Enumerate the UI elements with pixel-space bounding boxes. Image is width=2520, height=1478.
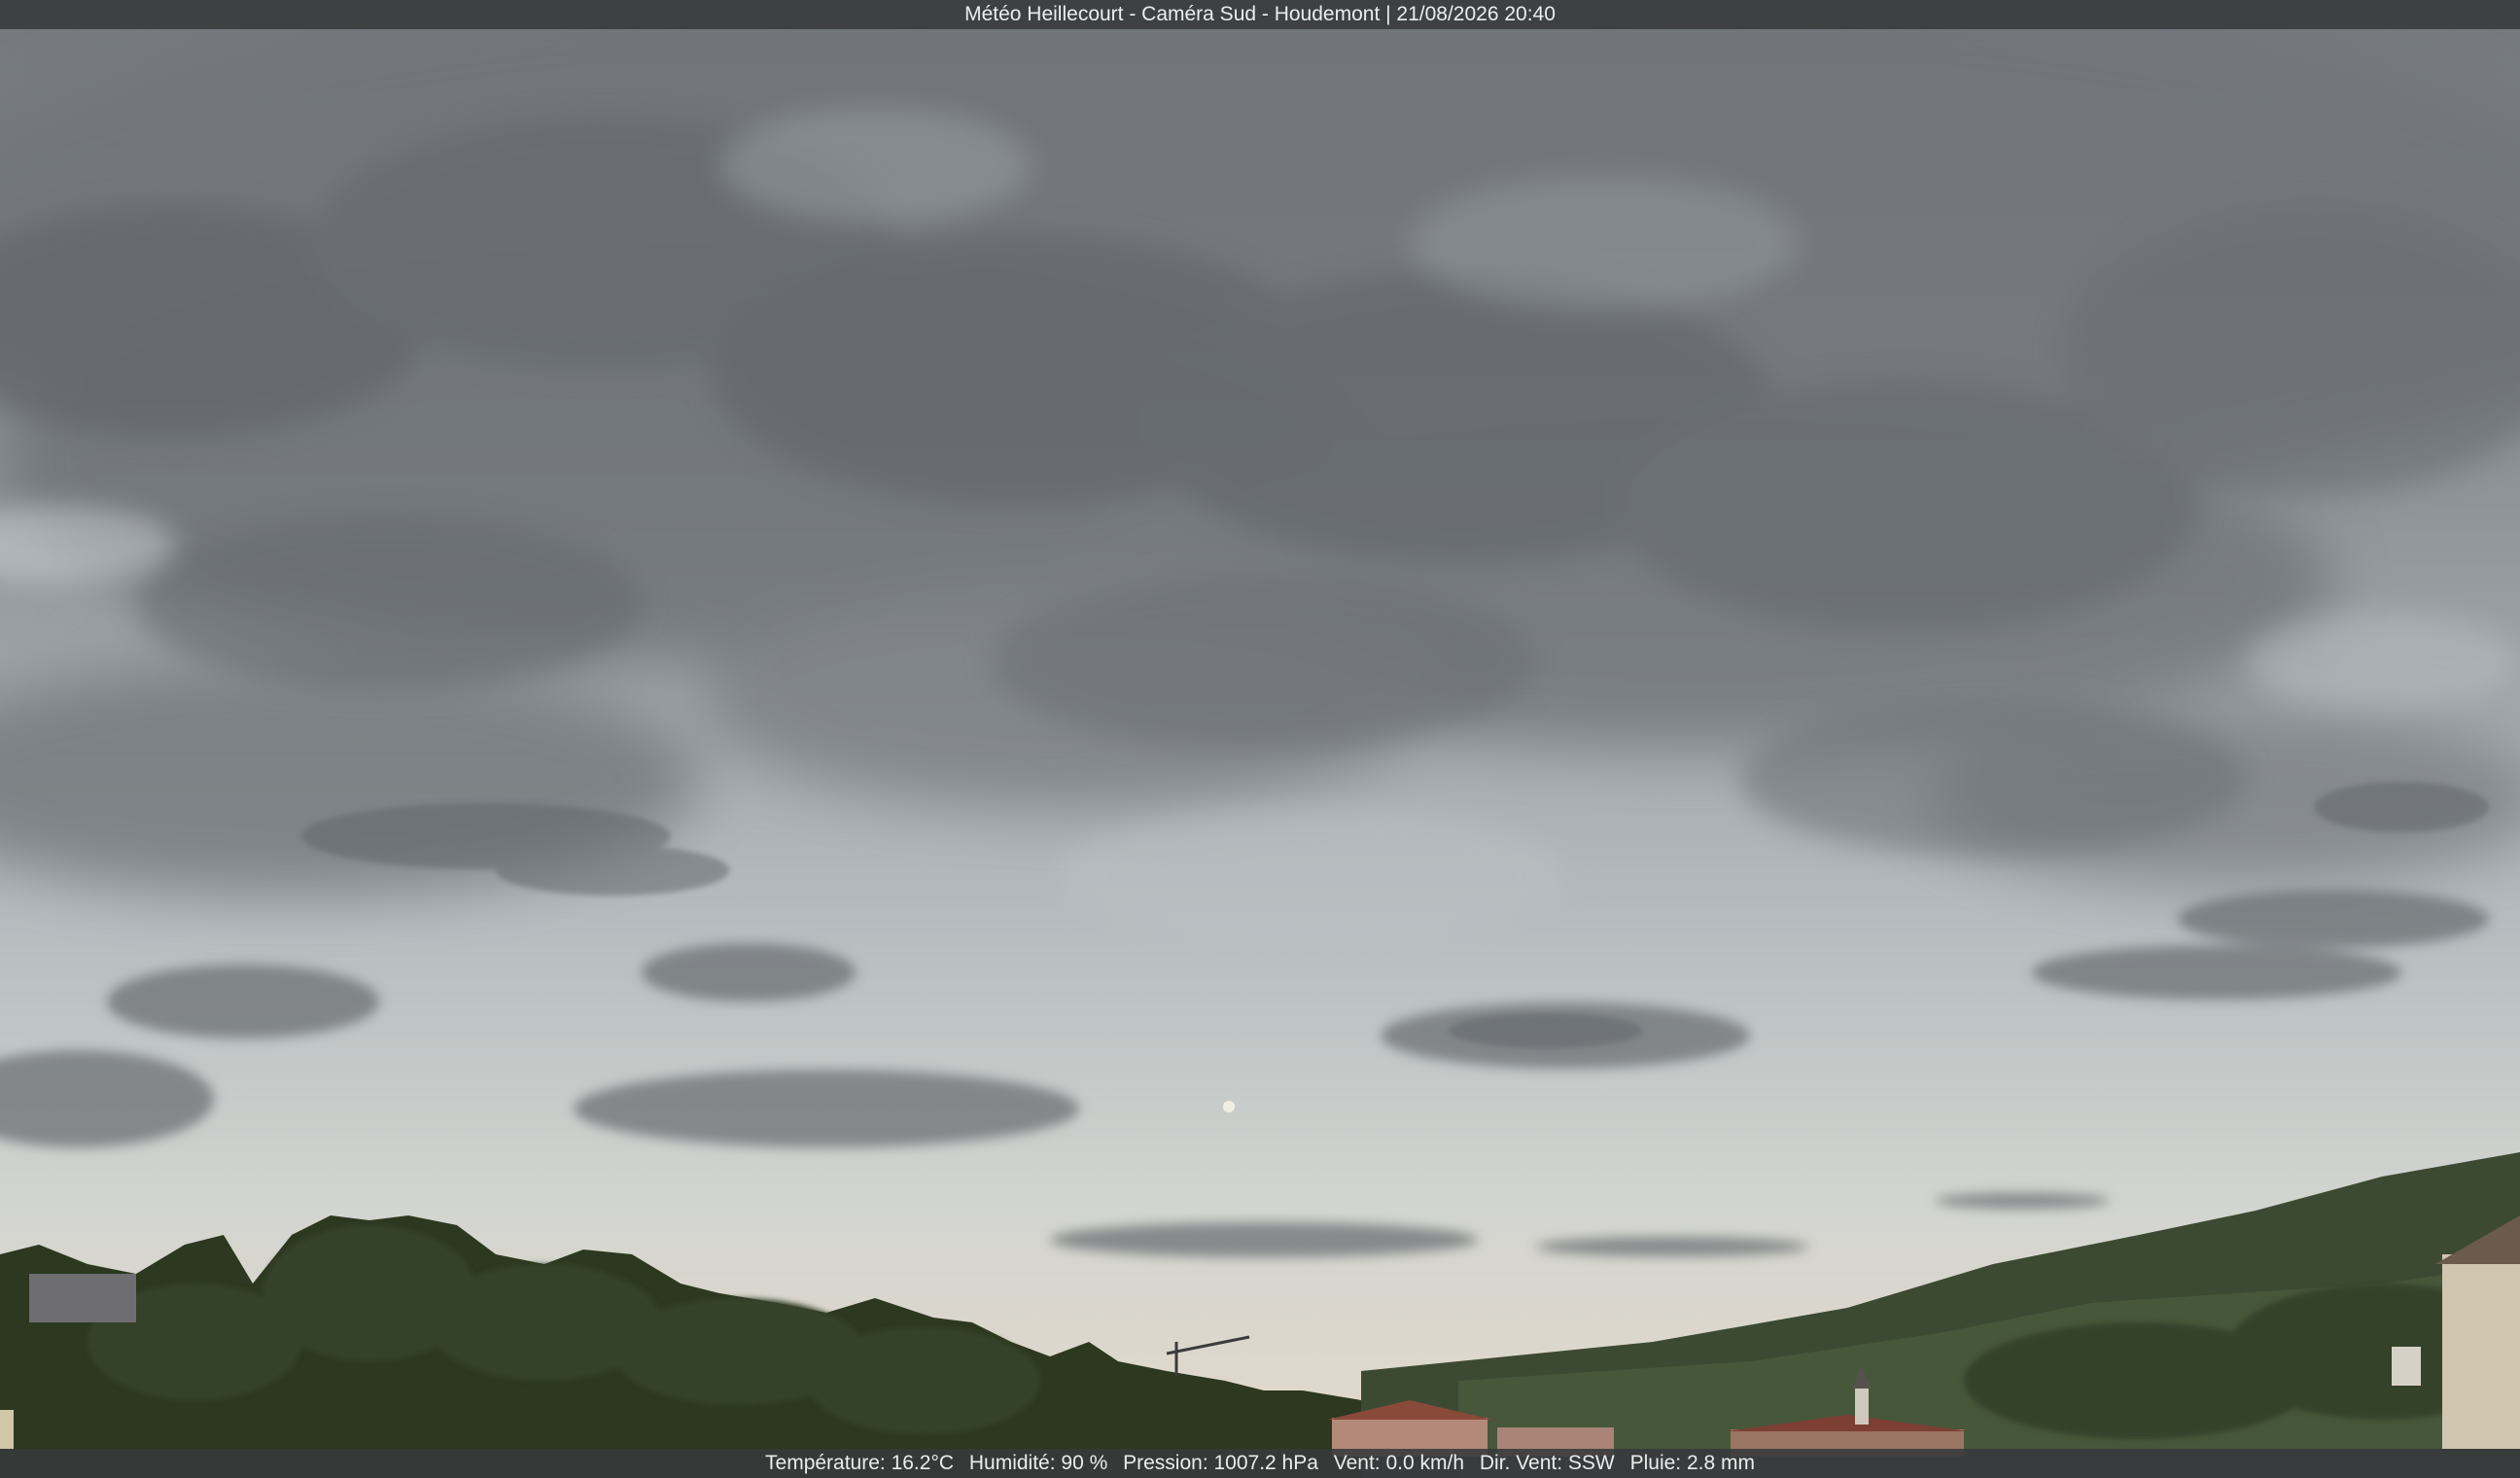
pressure-readout: Pression: 1007.2 hPa (1123, 1452, 1318, 1474)
webcam-photo (0, 0, 2520, 1478)
moon (1223, 1101, 1235, 1112)
weather-stats-bar: Température: 16.2°C Humidité: 90 % Press… (0, 1449, 2520, 1478)
rain-readout: Pluie: 2.8 mm (1629, 1452, 1755, 1474)
temperature-readout: Température: 16.2°C (765, 1452, 955, 1474)
camera-caption-bar: Météo Heillecourt - Caméra Sud - Houdemo… (0, 0, 2520, 29)
humidity-readout: Humidité: 90 % (968, 1452, 1108, 1474)
camera-caption: Météo Heillecourt - Caméra Sud - Houdemo… (964, 3, 1556, 25)
wind-direction-readout: Dir. Vent: SSW (1479, 1452, 1615, 1474)
wind-speed-readout: Vent: 0.0 km/h (1333, 1452, 1465, 1474)
